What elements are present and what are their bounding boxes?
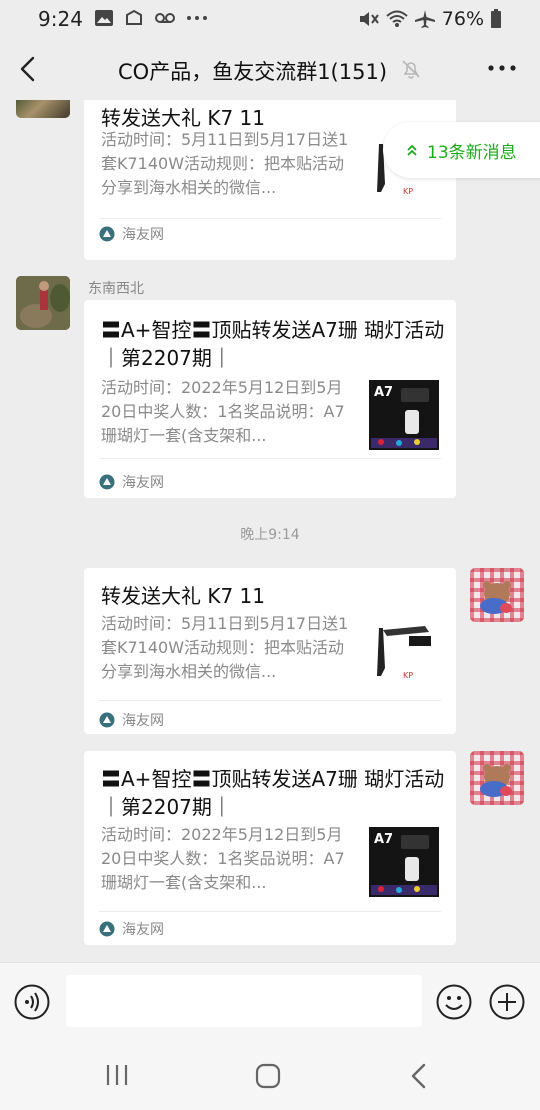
mute-icon — [359, 12, 379, 26]
card-description: 活动时间：5月11日到5月17日送1套K7140W活动规则：把本贴活动分享到海水… — [101, 130, 349, 197]
card-title: 转发送大礼 K7 11 — [101, 584, 266, 608]
gallery-icon — [95, 10, 113, 26]
link-card[interactable]: 〓A+智控〓顶贴转发送A7珊 瑚灯活动｜第2207期｜ 活动时间：2022年5月… — [84, 751, 456, 945]
new-messages-button[interactable]: 13条新消息 — [383, 122, 540, 178]
card-description: 活动时间：2022年5月12日到5月20日中奖人数：1名奖品说明：A7珊瑚灯一套… — [101, 378, 345, 445]
a7-poster-icon: A7 — [369, 380, 439, 450]
mute-bell-icon — [402, 60, 420, 79]
cast-icon — [126, 9, 142, 25]
link-card[interactable]: 〓A+智控〓顶贴转发送A7珊 瑚灯活动｜第2207期｜ 活动时间：2022年5月… — [84, 300, 456, 498]
card-title: 〓A+智控〓顶贴转发送A7珊 瑚灯活动｜第2207期｜ — [101, 767, 445, 819]
home-icon[interactable] — [254, 1062, 282, 1090]
more-options-icon[interactable] — [486, 56, 518, 80]
avatar[interactable] — [16, 100, 70, 118]
avatar[interactable] — [16, 276, 70, 330]
chat-message-list[interactable]: 转发送大礼 K7 11 活动时间：5月11日到5月17日送1套K7140W活动规… — [0, 100, 540, 962]
sender-name: 东南西北 — [88, 281, 144, 297]
status-system-icons: 76% — [358, 8, 502, 30]
haiyou-logo-icon — [99, 474, 115, 490]
card-source: 海友网 — [99, 710, 164, 730]
system-back-icon[interactable] — [408, 1062, 430, 1090]
card-title: 〓A+智控〓顶贴转发送A7珊 瑚灯活动｜第2207期｜ — [101, 318, 445, 370]
battery-icon — [491, 9, 501, 28]
card-description: 活动时间：5月11日到5月17日送1套K7140W活动规则：把本贴活动分享到海水… — [101, 614, 349, 681]
lamp-k7-icon: KP — [369, 620, 439, 690]
card-divider — [99, 700, 441, 701]
svg-text:KP: KP — [403, 187, 413, 196]
avatar[interactable] — [470, 568, 524, 622]
bear-avatar-art — [480, 581, 512, 614]
chat-title: CO产品，鱼友交流群1(151) — [118, 60, 388, 84]
card-source-name: 海友网 — [122, 475, 164, 491]
avatar[interactable] — [470, 751, 524, 805]
card-source-name: 海友网 — [122, 713, 164, 729]
card-source-name: 海友网 — [122, 227, 164, 243]
card-divider — [99, 911, 441, 912]
double-chevron-up-icon — [407, 144, 417, 156]
haiyou-logo-icon — [99, 921, 115, 937]
voicemail-icon — [155, 13, 175, 23]
status-bar: 9:24 76% — [0, 0, 540, 38]
time-separator: 晚上9:14 — [240, 527, 300, 543]
haiyou-logo-icon — [99, 712, 115, 728]
recent-apps-icon[interactable] — [104, 1062, 130, 1088]
back-arrow-icon[interactable] — [14, 54, 44, 84]
more-dots-icon — [187, 16, 207, 20]
a7-poster-icon: A7 — [369, 827, 439, 897]
battery-percent: 76% — [441, 8, 484, 30]
card-source: 海友网 — [99, 919, 164, 939]
svg-text:KP: KP — [403, 671, 413, 680]
card-divider — [99, 458, 441, 459]
airplane-icon — [414, 10, 435, 28]
chat-header: CO产品，鱼友交流群1(151) — [0, 38, 540, 100]
status-time: 9:24 — [38, 7, 83, 31]
plus-icon[interactable] — [489, 984, 525, 1020]
card-source: 海友网 — [99, 224, 164, 244]
haiyou-logo-icon — [99, 226, 115, 242]
link-card[interactable]: 转发送大礼 K7 11 活动时间：5月11日到5月17日送1套K7140W活动规… — [84, 568, 456, 734]
card-source: 海友网 — [99, 472, 164, 492]
avatar-photo — [16, 276, 70, 330]
bear-avatar-art — [480, 764, 512, 797]
android-navigation-bar — [0, 1040, 540, 1110]
input-bar — [0, 962, 540, 1040]
thumbnail-label: A7 — [374, 385, 393, 400]
card-description: 活动时间：2022年5月12日到5月20日中奖人数：1名奖品说明：A7珊瑚灯一套… — [101, 825, 345, 892]
wifi-icon — [386, 10, 408, 27]
new-messages-label: 13条新消息 — [427, 142, 517, 163]
voice-icon[interactable] — [14, 984, 50, 1020]
status-notification-icons — [94, 9, 208, 27]
card-source-name: 海友网 — [122, 922, 164, 938]
message-input[interactable] — [66, 975, 422, 1027]
thumbnail-label: A7 — [374, 832, 393, 847]
emoji-icon[interactable] — [436, 984, 472, 1020]
card-divider — [99, 218, 441, 219]
